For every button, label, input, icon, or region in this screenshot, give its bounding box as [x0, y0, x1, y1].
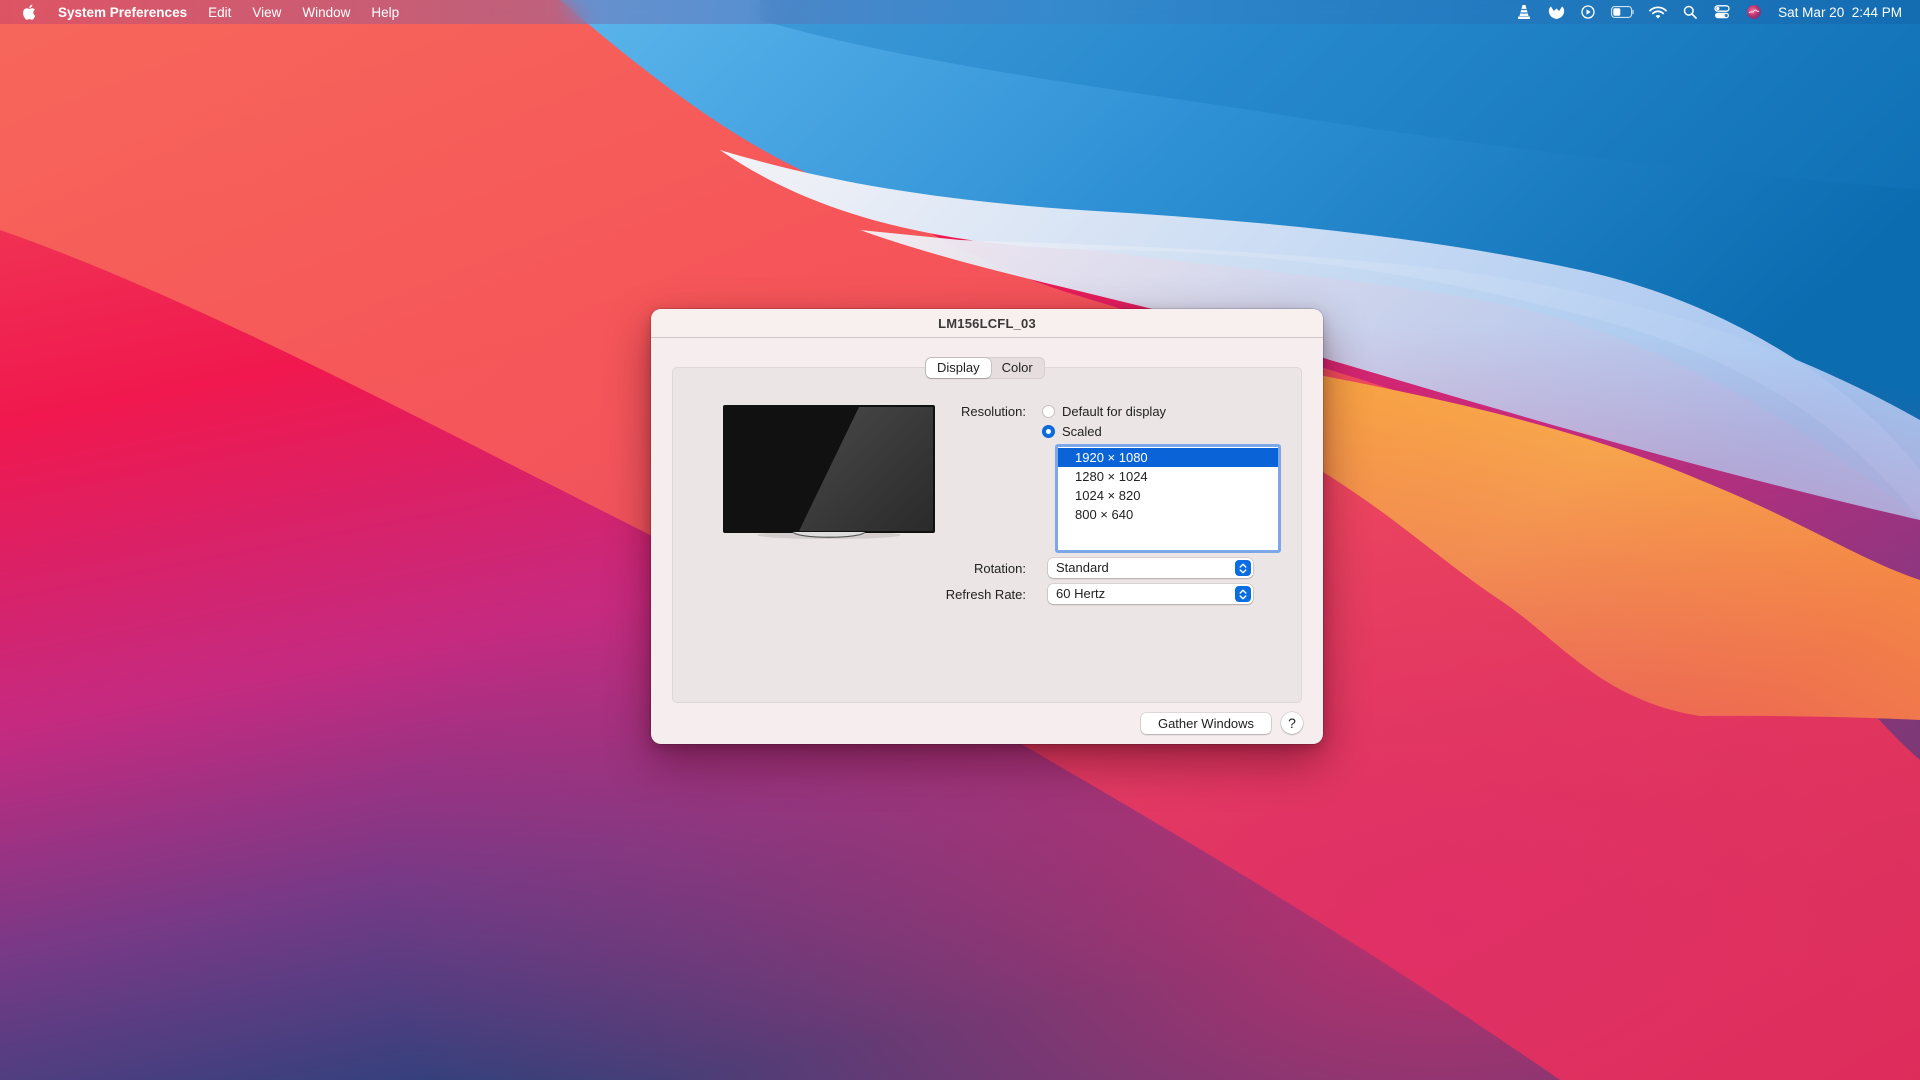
rotation-label: Rotation: [973, 561, 1026, 576]
radio-default-label: Default for display [1062, 404, 1167, 419]
menu-edit[interactable]: Edit [208, 5, 231, 20]
tab-display[interactable]: Display [926, 358, 991, 378]
radio-button-off[interactable] [1042, 405, 1055, 418]
scaled-resolution-list[interactable]: 1920 × 1080 1280 × 1024 1024 × 820 800 ×… [1055, 444, 1281, 553]
menu-app-name[interactable]: System Preferences [58, 5, 187, 20]
refresh-rate-value: 60 Hertz [1056, 586, 1106, 601]
display-preferences-window: LM156LCFL_03 Display Color Resolution: D… [651, 309, 1323, 744]
malwarebytes-icon[interactable] [1546, 3, 1566, 21]
menu-bar: System Preferences Edit View Window Help [0, 0, 1920, 24]
control-center-icon[interactable] [1712, 3, 1732, 21]
spotlight-search-icon[interactable] [1680, 3, 1700, 21]
menu-bar-clock[interactable]: Sat Mar 20 2:44 PM [1778, 5, 1902, 20]
radio-default-for-display[interactable]: Default for display [1042, 404, 1166, 419]
display-monitor-image [723, 405, 935, 547]
radio-scaled-label: Scaled [1062, 424, 1102, 439]
clock-time: 2:44 PM [1851, 4, 1902, 20]
tab-color[interactable]: Color [991, 358, 1044, 378]
rotation-popup[interactable]: Standard [1048, 558, 1253, 578]
menu-help[interactable]: Help [371, 5, 399, 20]
wifi-icon[interactable] [1648, 3, 1668, 21]
battery-icon[interactable] [1610, 3, 1636, 21]
gather-windows-button[interactable]: Gather Windows [1141, 713, 1271, 734]
resolution-option[interactable]: 1920 × 1080 [1058, 448, 1278, 467]
resolution-option[interactable]: 800 × 640 [1058, 505, 1278, 524]
menu-window[interactable]: Window [302, 5, 350, 20]
apple-logo-icon[interactable] [20, 3, 38, 21]
clock-date: Sat Mar 20 [1778, 4, 1845, 20]
siri-icon[interactable] [1744, 3, 1764, 21]
resolution-option[interactable]: 1280 × 1024 [1058, 467, 1278, 486]
vlc-cone-icon[interactable] [1514, 3, 1534, 21]
refresh-rate-label: Refresh Rate: [945, 587, 1026, 602]
radio-button-on[interactable] [1042, 425, 1055, 438]
popup-stepper-icon [1235, 586, 1251, 602]
rotation-value: Standard [1056, 560, 1109, 575]
resolution-option[interactable]: 1024 × 820 [1058, 486, 1278, 505]
display-settings-panel: Resolution: Default for display Scaled 1… [672, 367, 1302, 703]
play-circle-icon[interactable] [1578, 3, 1598, 21]
window-title: LM156LCFL_03 [938, 315, 1036, 331]
segmented-tab-control: Display Color [925, 357, 1045, 379]
refresh-rate-popup[interactable]: 60 Hertz [1048, 584, 1253, 604]
popup-stepper-icon [1235, 560, 1251, 576]
resolution-label: Resolution: [960, 404, 1026, 419]
window-title-bar[interactable]: LM156LCFL_03 [651, 309, 1323, 338]
help-button[interactable]: ? [1281, 712, 1303, 734]
menu-view[interactable]: View [252, 5, 281, 20]
radio-scaled[interactable]: Scaled [1042, 424, 1102, 439]
